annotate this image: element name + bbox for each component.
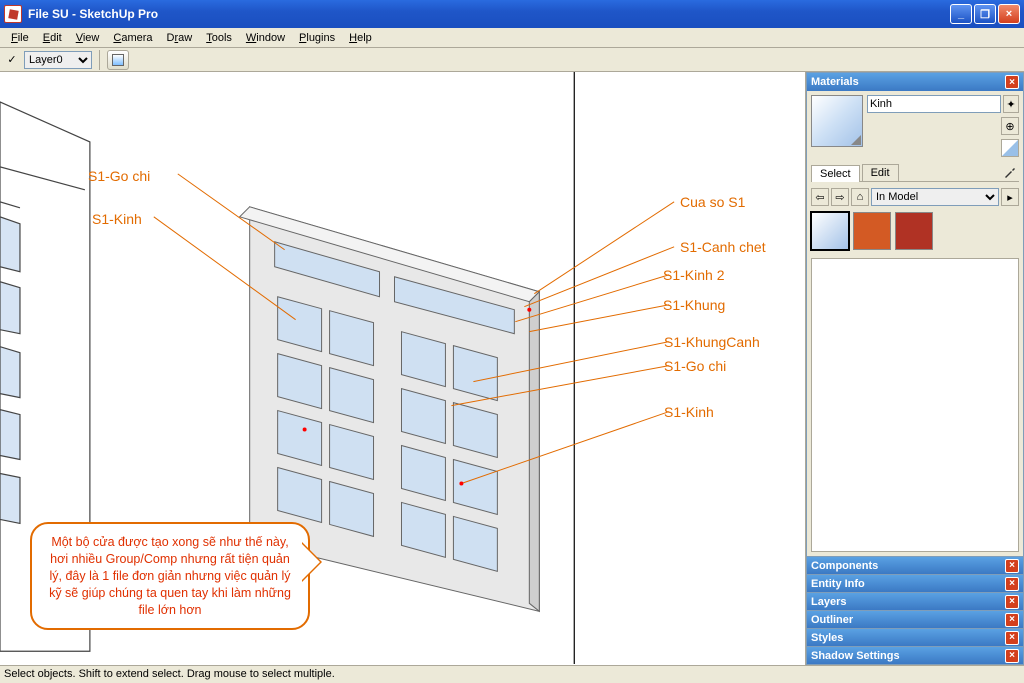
menu-edit[interactable]: Edit — [36, 30, 69, 46]
swatch-kinh[interactable] — [811, 212, 849, 250]
panel-styles[interactable]: Styles× — [806, 629, 1024, 647]
panel-components[interactable]: Components× — [806, 557, 1024, 575]
panel-outliner[interactable]: Outliner× — [806, 611, 1024, 629]
panel-close-icon[interactable]: × — [1005, 649, 1019, 663]
swatch-darkred[interactable] — [895, 212, 933, 250]
layer-visible-check[interactable]: ✓ — [4, 53, 20, 66]
annotation-label: Cua so S1 — [680, 194, 745, 210]
materials-list-area[interactable] — [811, 258, 1019, 552]
material-name-input[interactable] — [867, 95, 1001, 113]
nav-home-icon[interactable]: ⌂ — [851, 188, 869, 206]
app-icon — [4, 5, 22, 23]
panel-shadow-settings[interactable]: Shadow Settings× — [806, 647, 1024, 665]
library-menu-icon[interactable]: ▸ — [1001, 188, 1019, 206]
layer-select[interactable]: Layer0 — [24, 51, 92, 69]
menu-draw[interactable]: Draw — [160, 30, 200, 46]
library-select[interactable]: In Model — [871, 188, 999, 206]
materials-title: Materials — [811, 76, 859, 88]
menu-tools[interactable]: Tools — [199, 30, 239, 46]
materials-panel: Materials × ✦ ⊕ — [806, 72, 1024, 557]
layer-toolbar: ✓ Layer0 — [0, 48, 1024, 72]
annotation-label: S1-Khung — [663, 297, 725, 313]
menu-file[interactable]: File — [4, 30, 36, 46]
menu-window[interactable]: Window — [239, 30, 292, 46]
layer-color-button[interactable] — [107, 50, 129, 70]
panel-close-icon[interactable]: × — [1005, 559, 1019, 573]
maximize-button[interactable]: ❐ — [974, 4, 996, 24]
status-text: Select objects. Shift to extend select. … — [4, 668, 335, 680]
materials-panel-header[interactable]: Materials × — [807, 73, 1023, 91]
panel-close-icon[interactable]: × — [1005, 613, 1019, 627]
annotation-label: S1-Go chi — [88, 168, 150, 184]
annotation-label: S1-Kinh — [664, 404, 714, 420]
material-reset-icon[interactable]: ✦ — [1003, 95, 1019, 113]
material-default-icon[interactable] — [1001, 139, 1019, 157]
title-bar: File SU - SketchUp Pro _ ❐ × — [0, 0, 1024, 28]
menu-plugins[interactable]: Plugins — [292, 30, 342, 46]
panel-close-icon[interactable]: × — [1005, 577, 1019, 591]
tab-select[interactable]: Select — [811, 165, 860, 182]
minimize-button[interactable]: _ — [950, 4, 972, 24]
annotation-label: S1-Kinh — [92, 211, 142, 227]
panel-layers[interactable]: Layers× — [806, 593, 1024, 611]
menu-camera[interactable]: Camera — [106, 30, 159, 46]
callout-bubble: Một bộ cửa được tạo xong sẽ như thế này,… — [30, 522, 310, 630]
annotation-label: S1-KhungCanh — [664, 334, 760, 350]
materials-close-icon[interactable]: × — [1005, 75, 1019, 89]
swatch-orange[interactable] — [853, 212, 891, 250]
annotation-label: S1-Go chi — [664, 358, 726, 374]
nav-fwd-icon[interactable]: ⇨ — [831, 188, 849, 206]
menu-view[interactable]: View — [69, 30, 107, 46]
window-title: File SU - SketchUp Pro — [28, 7, 158, 21]
viewport[interactable]: S1-Go chi S1-Kinh Cua so S1 S1-Canh chet… — [0, 72, 806, 665]
nav-back-icon[interactable]: ⇦ — [811, 188, 829, 206]
swatch-grid — [811, 212, 1019, 250]
panel-close-icon[interactable]: × — [1005, 595, 1019, 609]
material-preview[interactable] — [811, 95, 863, 147]
panel-close-icon[interactable]: × — [1005, 631, 1019, 645]
close-button[interactable]: × — [998, 4, 1020, 24]
side-panel: Materials × ✦ ⊕ — [806, 72, 1024, 665]
material-create-icon[interactable]: ⊕ — [1001, 117, 1019, 135]
tab-edit[interactable]: Edit — [862, 164, 899, 181]
status-bar: Select objects. Shift to extend select. … — [0, 665, 1024, 683]
annotation-label: S1-Kinh 2 — [663, 267, 724, 283]
eyedropper-icon[interactable] — [1001, 163, 1019, 181]
annotation-label: S1-Canh chet — [680, 239, 766, 255]
menu-help[interactable]: Help — [342, 30, 379, 46]
menu-bar: File Edit View Camera Draw Tools Window … — [0, 28, 1024, 48]
panel-entity-info[interactable]: Entity Info× — [806, 575, 1024, 593]
